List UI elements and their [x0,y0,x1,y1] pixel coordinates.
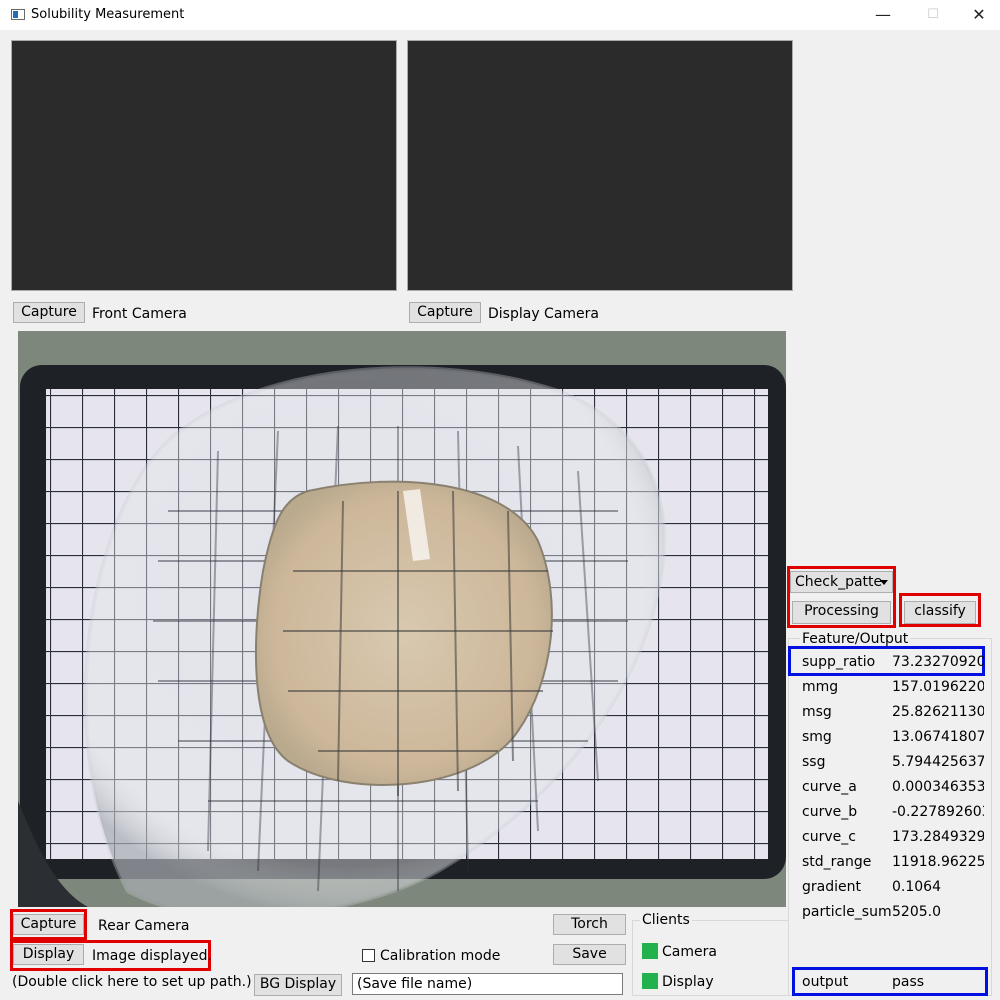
feature-value: 157.01962209 [892,679,984,695]
feature-name: particle_sum [802,904,892,920]
rear-capture-button[interactable]: Capture [13,914,84,935]
feature-row: curve_a 0.0003463539 [792,775,988,799]
display-status-indicator [642,973,658,989]
bg-display-button[interactable]: BG Display [254,974,342,996]
feature-value: 13.067418070 [892,729,984,745]
feature-value: 0.0003463539 [892,779,984,795]
torch-button[interactable]: Torch [553,914,626,935]
client-display-label: Display [662,974,714,990]
feature-value: 0.1064 [892,879,941,895]
feature-value: 25.826211307 [892,704,984,720]
mode-select[interactable]: Check_patte [790,571,893,593]
mode-select-value: Check_patte [795,574,883,590]
feature-row: particle_sum 5205.0 [792,900,988,924]
save-file-name-input[interactable]: (Save file name) [352,973,623,995]
feature-row: smg 13.067418070 [792,725,988,749]
chevron-down-icon [880,580,888,585]
clients-title: Clients [640,912,692,928]
feature-value: -0.227892603 [892,804,984,820]
classify-button[interactable]: classify [904,601,976,624]
processing-button[interactable]: Processing [792,601,891,624]
feature-name: curve_a [802,779,857,795]
feature-value: 5.7944256379 [892,754,984,770]
feature-row: std_range 11918.962250 [792,850,988,874]
feature-name: ssg [802,754,826,770]
feature-name: supp_ratio [802,654,876,670]
calibration-label: Calibration mode [380,948,501,964]
feature-name: curve_c [802,829,856,845]
rear-camera-label: Rear Camera [98,918,190,934]
save-button[interactable]: Save [553,944,626,965]
feature-name: smg [802,729,832,745]
camera-status-indicator [642,943,658,959]
display-capture-button[interactable]: Capture [409,302,481,323]
rear-camera-image [18,331,786,907]
front-capture-button[interactable]: Capture [13,302,85,323]
close-button[interactable]: ✕ [964,4,994,26]
feature-name: msg [802,704,832,720]
calibration-checkbox[interactable] [362,949,375,962]
output-name: output [802,974,849,990]
feature-value: 5205.0 [892,904,941,920]
display-camera-label: Display Camera [488,306,599,322]
client-camera-label: Camera [662,944,717,960]
front-camera-view [11,40,397,291]
feature-name: mmg [802,679,839,695]
display-status-text: Image displayed. [92,948,212,964]
output-value: pass [892,974,925,990]
feature-row: gradient 0.1064 [792,875,988,899]
feature-name: gradient [802,879,861,895]
feature-row: ssg 5.7944256379 [792,750,988,774]
feature-row: mmg 157.01962209 [792,675,988,699]
minimize-button[interactable]: — [868,4,898,26]
feature-value: 11918.962250 [892,854,984,870]
rear-display-button[interactable]: Display [13,944,84,965]
feature-value: 73.232709209 [892,654,984,670]
window-title: Solubility Measurement [31,7,185,22]
display-camera-view [407,40,793,291]
output-row: output pass [792,970,988,994]
feature-value: 173.28493295 [892,829,984,845]
front-camera-label: Front Camera [92,306,187,322]
feature-row: msg 25.826211307 [792,700,988,724]
feature-row: curve_c 173.28493295 [792,825,988,849]
feature-row: curve_b -0.227892603 [792,800,988,824]
maximize-button[interactable]: ☐ [918,4,948,26]
title-bar: Solubility Measurement — ☐ ✕ [0,0,1000,30]
app-icon [11,9,25,20]
rear-camera-photo [18,331,786,907]
feature-name: curve_b [802,804,858,820]
path-setup-hint[interactable]: (Double click here to set up path.) [12,974,252,990]
feature-row: supp_ratio 73.232709209 [792,650,988,674]
feature-name: std_range [802,854,872,870]
feature-output-title: Feature/Output [800,631,911,647]
